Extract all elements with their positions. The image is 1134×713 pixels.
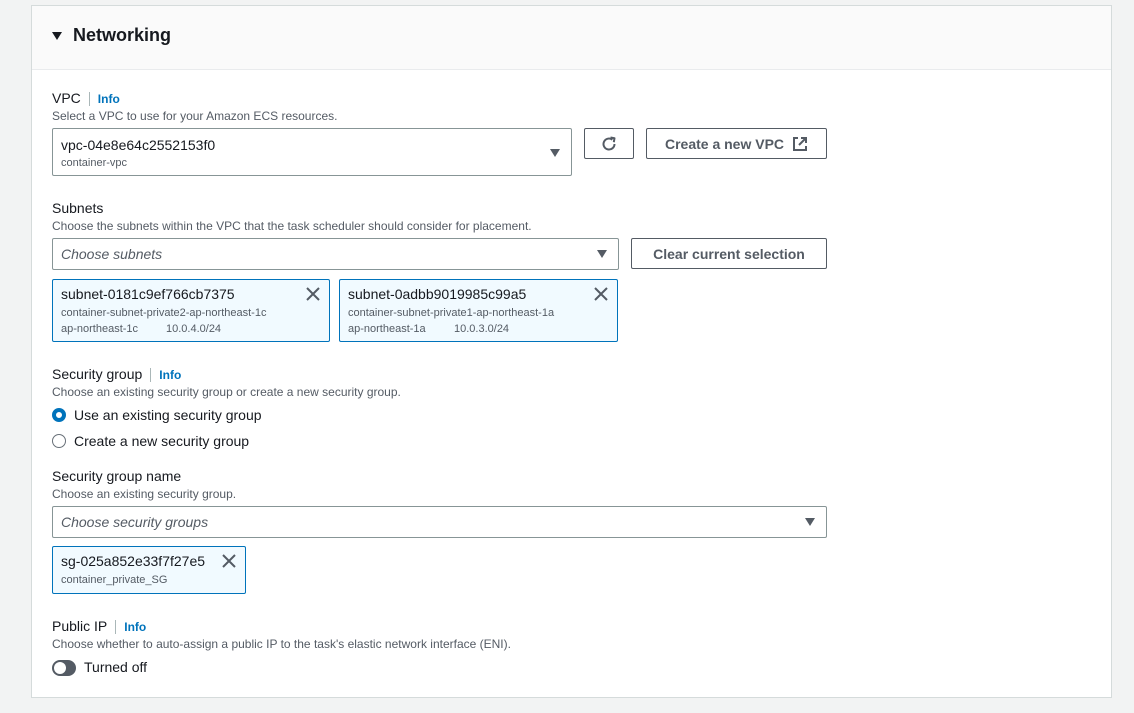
- subnet-cidr: 10.0.3.0/24: [454, 323, 510, 335]
- security-group-label: Security group: [52, 366, 143, 382]
- radio-create-new[interactable]: Create a new security group: [52, 432, 352, 452]
- subnet-az: ap-northeast-1a: [348, 323, 426, 335]
- security-group-description: Choose an existing security group or cre…: [52, 385, 401, 399]
- security-group-name-description: Choose an existing security group.: [52, 487, 237, 501]
- radio-use-existing-label: Use an existing security group: [74, 407, 262, 423]
- clear-selection-button[interactable]: Clear current selection: [631, 238, 827, 269]
- radio-unselected-icon[interactable]: [52, 434, 66, 448]
- close-icon[interactable]: [305, 286, 321, 302]
- vpc-selected-id: vpc-04e8e64c2552153f0: [61, 137, 216, 153]
- subnet-name: container-subnet-private2-ap-northeast-1…: [61, 307, 267, 319]
- public-ip-toggle-row[interactable]: Turned off: [52, 658, 252, 678]
- subnet-name: container-subnet-private1-ap-northeast-1…: [348, 307, 555, 319]
- radio-use-existing[interactable]: Use an existing security group: [52, 406, 352, 426]
- create-vpc-button[interactable]: Create a new VPC: [646, 128, 827, 159]
- chevron-down-icon: [550, 149, 560, 157]
- refresh-button[interactable]: [584, 128, 634, 159]
- external-link-icon: [793, 136, 808, 151]
- security-group-label-row: Security group Info: [52, 366, 182, 382]
- vpc-select[interactable]: vpc-04e8e64c2552153f0 container-vpc: [52, 128, 572, 176]
- subnets-select[interactable]: Choose subnets: [52, 238, 619, 270]
- subnet-id: subnet-0181c9ef766cb7375: [61, 286, 235, 302]
- toggle-knob: [54, 662, 66, 674]
- security-group-token: sg-025a852e33f7f27e5 container_private_S…: [52, 546, 246, 594]
- public-ip-label-row: Public IP Info: [52, 618, 147, 634]
- security-group-id: sg-025a852e33f7f27e5: [61, 553, 206, 569]
- vpc-selected-name: container-vpc: [61, 157, 128, 169]
- public-ip-toggle-label: Turned off: [84, 659, 148, 675]
- vpc-label-row: VPC Info: [52, 90, 120, 106]
- create-vpc-label: Create a new VPC: [664, 135, 785, 152]
- vpc-description: Select a VPC to use for your Amazon ECS …: [52, 109, 338, 123]
- security-group-name-label: Security group name: [52, 468, 182, 484]
- public-ip-label: Public IP: [52, 618, 108, 634]
- clear-selection-label: Clear current selection: [653, 245, 805, 262]
- subnet-token: subnet-0adbb9019985c99a5 container-subne…: [339, 279, 618, 342]
- public-ip-info-link[interactable]: Info: [115, 620, 147, 634]
- security-groups-select[interactable]: Choose security groups: [52, 506, 827, 538]
- radio-create-new-label: Create a new security group: [74, 433, 250, 449]
- radio-selected-icon[interactable]: [52, 408, 66, 422]
- refresh-icon: [602, 136, 616, 150]
- caret-down-icon[interactable]: [52, 32, 62, 40]
- networking-header[interactable]: Networking: [32, 6, 1111, 70]
- subnet-cidr: 10.0.4.0/24: [166, 323, 222, 335]
- security-group-token-name: container_private_SG: [61, 574, 168, 586]
- vpc-label: VPC: [52, 90, 81, 106]
- security-groups-placeholder: Choose security groups: [61, 514, 209, 530]
- close-icon[interactable]: [593, 286, 609, 302]
- public-ip-description: Choose whether to auto-assign a public I…: [52, 637, 511, 651]
- subnets-label: Subnets: [52, 200, 104, 216]
- subnets-description: Choose the subnets within the VPC that t…: [52, 219, 532, 233]
- chevron-down-icon: [805, 518, 815, 526]
- subnet-az: ap-northeast-1c: [61, 323, 139, 335]
- close-icon[interactable]: [221, 553, 237, 569]
- security-group-info-link[interactable]: Info: [150, 368, 182, 382]
- section-title: Networking: [73, 25, 172, 45]
- vpc-info-link[interactable]: Info: [88, 92, 120, 106]
- subnet-token: subnet-0181c9ef766cb7375 container-subne…: [52, 279, 330, 342]
- subnets-placeholder: Choose subnets: [61, 246, 163, 262]
- public-ip-toggle[interactable]: [52, 660, 76, 676]
- chevron-down-icon: [597, 250, 607, 258]
- subnet-id: subnet-0adbb9019985c99a5: [348, 286, 527, 302]
